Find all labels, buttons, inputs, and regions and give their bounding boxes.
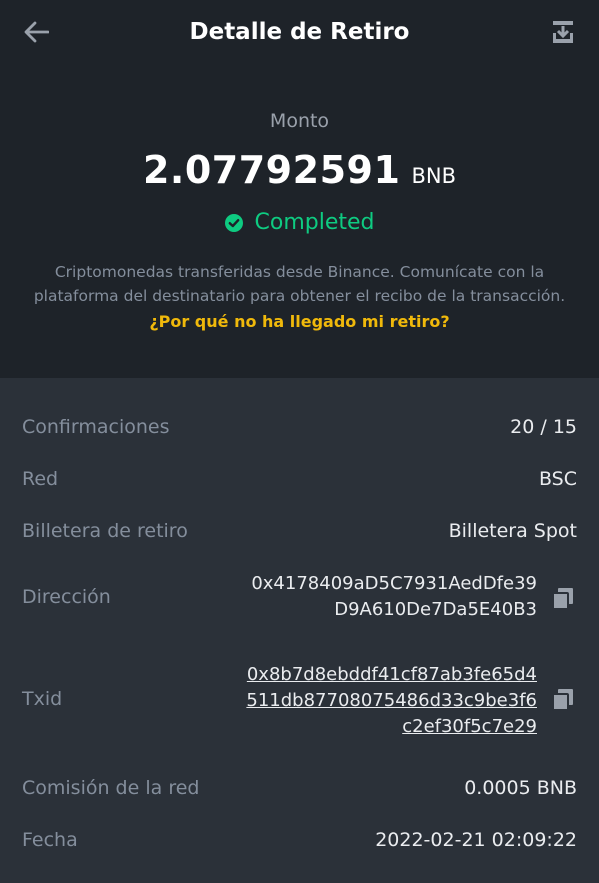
withdrawal-help-link[interactable]: ¿Por qué no ha llegado mi retiro?	[0, 312, 599, 331]
network-label: Red	[22, 468, 59, 490]
address-line: D9A610De7Da5E40B3	[334, 599, 537, 620]
summary-panel: Detalle de Retiro Monto 2.07792591 BNB C…	[0, 0, 599, 378]
download-icon	[553, 21, 573, 43]
download-button[interactable]	[543, 14, 583, 50]
status-row: Completed	[0, 210, 599, 235]
txid-line: c2ef30f5c7e29	[402, 716, 537, 737]
transfer-notice: Criptomonedas transferidas desde Binance…	[33, 263, 566, 305]
txid-label: Txid	[22, 688, 63, 710]
wallet-value: Billetera Spot	[448, 520, 577, 542]
header-bar: Detalle de Retiro	[0, 0, 599, 64]
page-title: Detalle de Retiro	[189, 19, 410, 45]
txid-line: 511db87708075486d33c9be3f6	[246, 690, 537, 711]
network-value: BSC	[538, 468, 577, 490]
address-line: 0x4178409aD5C7931AedDfe39	[251, 573, 537, 594]
confirmations-label: Confirmaciones	[22, 416, 170, 438]
txid-link[interactable]: 0x8b7d8ebddf41cf87ab3fe65d4 511db8770807…	[246, 662, 537, 740]
amount-value: 2.07792591	[142, 148, 401, 192]
copy-icon[interactable]	[551, 687, 575, 711]
txid-line: 0x8b7d8ebddf41cf87ab3fe65d4	[246, 664, 537, 685]
fee-label: Comisión de la red	[22, 777, 200, 799]
date-label: Fecha	[22, 829, 78, 851]
date-value: 2022-02-21 02:09:22	[375, 829, 577, 851]
check-circle-icon	[224, 213, 243, 232]
status-badge: Completed	[254, 210, 375, 235]
fee-value: 0.0005 BNB	[464, 777, 577, 799]
address-label: Dirección	[22, 586, 111, 608]
wallet-label: Billetera de retiro	[22, 520, 188, 542]
amount-row: 2.07792591 BNB	[0, 148, 599, 192]
confirmations-value: 20 / 15	[510, 416, 577, 438]
copy-icon[interactable]	[551, 586, 575, 610]
address-value: 0x4178409aD5C7931AedDfe39 D9A610De7Da5E4…	[251, 571, 537, 623]
amount-label: Monto	[269, 110, 330, 132]
amount-unit: BNB	[411, 164, 457, 188]
